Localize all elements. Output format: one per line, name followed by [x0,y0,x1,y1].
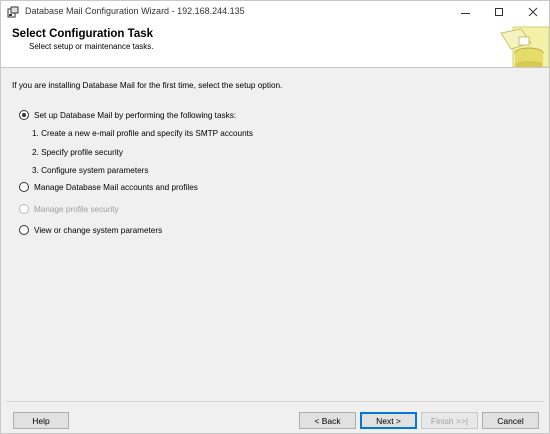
close-icon [528,7,538,17]
minimize-button[interactable] [448,1,482,23]
radio-button [19,204,29,214]
page-subtitle: Select setup or maintenance tasks. [29,42,154,51]
radio-button[interactable] [19,225,29,235]
cancel-button[interactable]: Cancel [482,412,539,429]
page-title: Select Configuration Task [12,28,154,40]
step-item: 3. Configure system parameters [32,166,149,175]
step-item: 2. Specify profile security [32,148,124,157]
footer-divider [6,401,544,402]
database-mail-icon [491,23,549,67]
maximize-icon [495,8,503,16]
option-label: View or change system parameters [34,225,163,235]
radio-button[interactable] [19,182,29,192]
help-button[interactable]: Help [13,412,69,429]
finish-button: Finish >>| [421,412,478,429]
app-icon [7,6,19,18]
maximize-button[interactable] [482,1,516,23]
option-manage-profile-security: Manage profile security [19,204,119,214]
option-label: Manage profile security [34,204,119,214]
window-title: Database Mail Configuration Wizard - 192… [25,6,245,16]
radio-button[interactable] [19,110,29,120]
wizard-header: Select Configuration Task Select setup o… [1,23,549,68]
option-setup-database-mail[interactable]: Set up Database Mail by performing the f… [19,110,236,120]
title-bar[interactable]: Database Mail Configuration Wizard - 192… [1,1,549,23]
close-button[interactable] [516,1,550,23]
back-button[interactable]: < Back [299,412,356,429]
option-manage-accounts-profiles[interactable]: Manage Database Mail accounts and profil… [19,182,198,192]
step-item: 1. Create a new e-mail profile and speci… [32,129,254,138]
next-button[interactable]: Next > [360,412,417,429]
option-label: Set up Database Mail by performing the f… [34,110,237,120]
minimize-icon [460,12,470,14]
wizard-window: Database Mail Configuration Wizard - 192… [0,0,550,434]
option-system-parameters[interactable]: View or change system parameters [19,225,162,235]
instruction-text: If you are installing Database Mail for … [12,81,283,90]
option-label: Manage Database Mail accounts and profil… [34,182,198,192]
